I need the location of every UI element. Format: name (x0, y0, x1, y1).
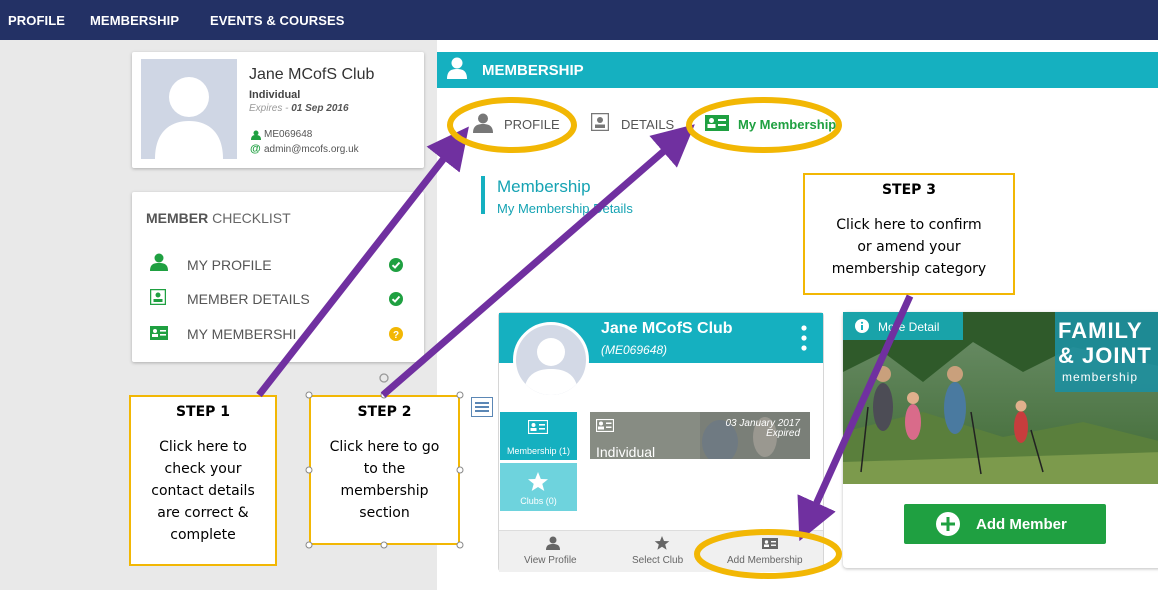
expiry-label: Expires - (249, 103, 292, 114)
person-icon (251, 130, 261, 140)
select-club-button[interactable]: Select Club (632, 555, 683, 566)
membership-card-icon (596, 419, 614, 432)
membership-card-icon (705, 115, 729, 131)
add-member-label: Add Member (976, 516, 1067, 533)
check-circle-icon (389, 258, 403, 272)
profile-name: Jane MCofS Club (249, 66, 375, 83)
add-membership-button[interactable]: Add Membership (727, 555, 803, 566)
section-title: Membership (497, 177, 591, 196)
member-id: ME069648 (264, 129, 313, 140)
tab-details[interactable]: DETAILS (621, 117, 674, 132)
expiry-text: Expires - 01 Sep 2016 (249, 103, 349, 114)
selection-handles (305, 373, 464, 549)
step-1-title: STEP 1 (175, 404, 231, 420)
step-3-title: STEP 3 (881, 182, 937, 198)
more-detail-label: More Detail (878, 320, 940, 334)
expiry-date: 01 Sep 2016 (291, 103, 349, 114)
membership-header-title: MEMBERSHIP (482, 62, 584, 79)
person-icon (447, 57, 467, 79)
question-circle-icon: ? (389, 327, 403, 341)
step-3-text: Click here to confirm or amend your member… (831, 217, 987, 277)
family-title-line3: membership (1062, 370, 1139, 384)
membership-item-status: Expired (766, 428, 800, 439)
person-icon (546, 536, 560, 550)
person-icon (473, 113, 493, 133)
at-icon: @ (250, 143, 261, 155)
checklist-item-my-profile[interactable]: MY PROFILE (187, 257, 272, 273)
tab-my-membership[interactable]: My Membership (738, 117, 836, 132)
avatar (141, 59, 237, 159)
checklist-item-member-details[interactable]: MEMBER DETAILS (187, 291, 310, 307)
step-1-text: Click here to check your contact details ar… (151, 439, 255, 543)
nav-membership[interactable]: MEMBERSHIP (90, 13, 179, 28)
tab-profile[interactable]: PROFILE (504, 117, 560, 132)
membership-item-type: Individual (596, 444, 656, 460)
member-tab-membership-label: Membership (1) (506, 446, 571, 456)
svg-text:?: ? (393, 330, 399, 341)
info-icon (855, 319, 869, 333)
member-email[interactable]: admin@mcofs.org.uk (264, 144, 359, 155)
family-title-line1: FAMILY (1058, 318, 1143, 343)
membership-card-icon (150, 326, 168, 340)
layout-options-icon[interactable] (471, 397, 493, 417)
nav-events-courses[interactable]: EVENTS & COURSES (210, 13, 345, 28)
id-badge-icon (591, 113, 609, 131)
star-icon (528, 472, 548, 491)
section-accent-bar (481, 176, 485, 214)
person-icon (150, 253, 168, 271)
nav-profile[interactable]: PROFILE (8, 13, 65, 28)
view-profile-button[interactable]: View Profile (524, 555, 577, 566)
check-circle-icon (389, 292, 403, 306)
plus-circle-icon (936, 512, 960, 536)
member-avatar (513, 322, 589, 398)
member-tab-clubs-label: Clubs (0) (520, 496, 557, 506)
id-badge-icon (150, 289, 166, 305)
membership-card-icon (528, 420, 548, 434)
kebab-menu-icon[interactable] (801, 325, 807, 351)
membership-type: Individual (249, 89, 301, 101)
star-icon (654, 536, 670, 550)
family-title-line2: & JOINT (1058, 343, 1152, 368)
member-card-name: Jane MCofS Club (601, 320, 733, 337)
member-card-id: (ME069648) (601, 343, 668, 357)
checklist-item-my-membership[interactable]: MY MEMBERSHI (187, 326, 296, 342)
section-subtitle: My Membership Details (497, 201, 633, 216)
membership-card-icon (762, 538, 778, 549)
checklist-title: MEMBER CHECKLIST (146, 210, 291, 226)
